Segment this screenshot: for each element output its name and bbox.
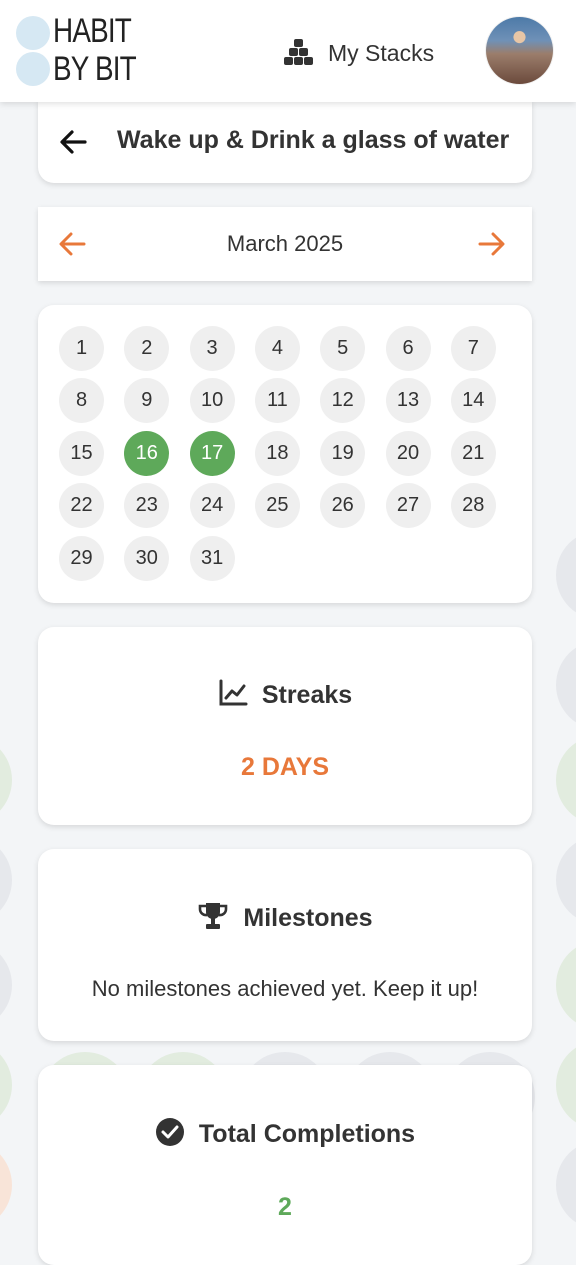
trophy-icon [197, 901, 229, 936]
calendar-day[interactable]: 9 [124, 378, 170, 424]
app-logo[interactable]: HABIT BY BIT [16, 12, 137, 88]
total-completions-card: Total Completions 2 [38, 1065, 532, 1265]
check-circle-icon [155, 1117, 185, 1152]
calendar-day[interactable]: 17 [189, 430, 235, 476]
calendar-day[interactable]: 28 [450, 483, 496, 529]
streaks-header: Streaks [38, 679, 532, 712]
calendar-day[interactable]: 30 [124, 535, 170, 581]
my-stacks-button[interactable]: My Stacks [284, 36, 434, 70]
line-chart-icon [218, 679, 248, 712]
calendar-day[interactable]: 11 [254, 378, 300, 424]
calendar-day[interactable]: 31 [189, 535, 235, 581]
calendar-day[interactable]: 19 [320, 430, 366, 476]
milestones-heading: Milestones [243, 904, 373, 932]
calendar-day[interactable]: 13 [385, 378, 431, 424]
logo-dot-bottom [16, 52, 50, 86]
month-navigation: March 2025 [38, 207, 532, 281]
logo-line-2: BY BIT [53, 50, 137, 88]
streaks-card: Streaks 2 DAYS [38, 627, 532, 825]
streaks-heading: Streaks [261, 681, 353, 709]
calendar-day[interactable]: 23 [124, 483, 170, 529]
calendar-day[interactable]: 15 [59, 430, 104, 476]
logo-line-1: HABIT [53, 12, 132, 50]
calendar-day[interactable]: 2 [124, 326, 170, 371]
calendar-day[interactable]: 8 [59, 378, 104, 424]
milestones-message: No milestones achieved yet. Keep it up! [91, 976, 479, 1001]
calendar-day[interactable]: 26 [320, 483, 366, 529]
calendar-day[interactable]: 4 [254, 326, 300, 371]
habit-title: Wake up & Drink a glass of water [117, 126, 510, 154]
calendar-day[interactable]: 24 [189, 483, 235, 529]
calendar-day[interactable]: 5 [320, 326, 366, 371]
completions-value: 2 [278, 1193, 292, 1221]
logo-dot-top [16, 16, 50, 50]
back-arrow-icon[interactable] [58, 128, 88, 156]
app-header: HABIT BY BIT My Stacks [0, 0, 576, 102]
month-label: March 2025 [226, 231, 344, 256]
calendar-day[interactable]: 14 [450, 378, 496, 424]
completions-header: Total Completions [38, 1117, 532, 1152]
next-month-arrow-icon[interactable] [478, 231, 506, 257]
calendar-day[interactable]: 1 [59, 326, 104, 371]
my-stacks-label: My Stacks [328, 39, 435, 66]
calendar-day[interactable]: 10 [189, 378, 235, 424]
habit-title-card: Wake up & Drink a glass of water [38, 100, 532, 183]
calendar-day[interactable]: 27 [385, 483, 431, 529]
calendar-day[interactable]: 22 [59, 483, 104, 529]
calendar-day[interactable]: 12 [320, 378, 366, 424]
calendar-day[interactable]: 18 [254, 430, 300, 476]
calendar-day[interactable]: 3 [189, 326, 235, 371]
streaks-value: 2 DAYS [240, 753, 329, 781]
stack-icon [284, 37, 314, 70]
calendar-day[interactable]: 25 [254, 483, 300, 529]
calendar-day[interactable]: 6 [385, 326, 431, 371]
calendar-day[interactable]: 16 [124, 430, 170, 476]
calendar-day[interactable]: 20 [385, 430, 431, 476]
completions-heading: Total Completions [198, 1120, 416, 1148]
milestones-header: Milestones [38, 901, 532, 936]
milestones-card: Milestones No milestones achieved yet. K… [38, 849, 532, 1041]
user-avatar[interactable] [486, 17, 553, 84]
calendar-day[interactable]: 29 [59, 535, 104, 581]
calendar-day[interactable]: 7 [450, 326, 496, 371]
calendar-grid: 1 2 3 4 5 6 7 8 9 10 11 12 13 14 15 16 17 18 19 20 21 22 23 24 2… [38, 305, 532, 603]
calendar-day[interactable]: 21 [450, 430, 496, 476]
